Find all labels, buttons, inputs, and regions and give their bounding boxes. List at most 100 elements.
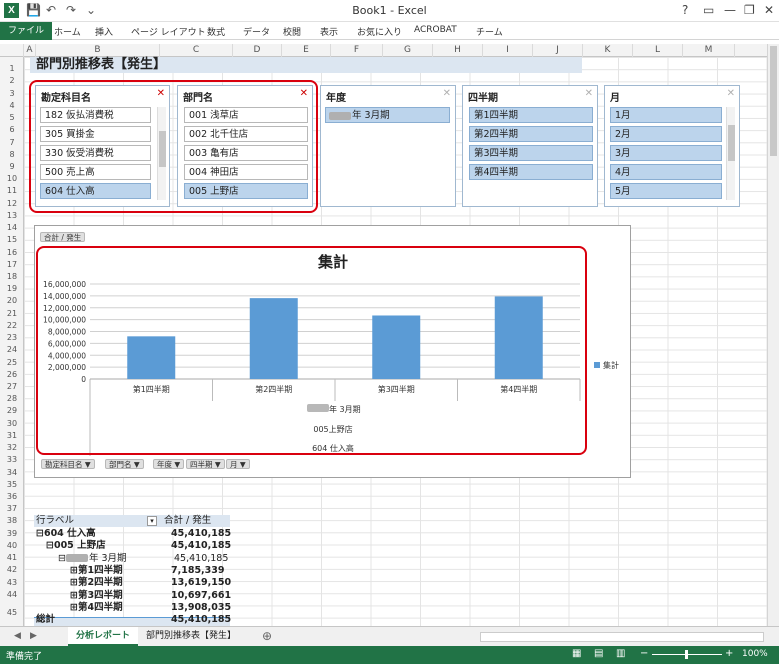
column-header[interactable]: B <box>36 44 160 57</box>
row-header[interactable]: 27 <box>0 381 24 393</box>
close-button[interactable]: ✕ <box>764 3 774 17</box>
row-header[interactable]: 2 <box>0 75 24 87</box>
column-header[interactable]: C <box>160 44 233 57</box>
clear-filter-icon[interactable]: ✕ <box>585 88 593 99</box>
help-button[interactable]: ? <box>682 3 688 17</box>
row-header[interactable]: 10 <box>0 173 24 185</box>
row-header[interactable]: 26 <box>0 369 24 381</box>
row-header[interactable]: 28 <box>0 393 24 405</box>
slicer-item[interactable]: 1月 <box>610 107 722 123</box>
row-header[interactable]: 37 <box>0 503 24 515</box>
row-header[interactable]: 44 <box>0 589 24 601</box>
pivot-row-label[interactable]: ⊟005 上野店 <box>46 540 106 552</box>
row-header[interactable]: 5 <box>0 112 24 124</box>
minimize-button[interactable]: — <box>724 3 736 17</box>
slicer-month[interactable]: 月 ✕ 1月 2月 3月 4月 5月 <box>604 85 740 207</box>
tab-file[interactable]: ファイル <box>0 22 53 40</box>
slicer-year[interactable]: 年度 ✕ 年 3月期 <box>320 85 456 207</box>
row-header[interactable]: 36 <box>0 491 24 503</box>
filter-button-year[interactable]: 年度 ▼ <box>153 459 185 469</box>
row-header[interactable]: 33 <box>0 454 24 466</box>
column-header[interactable]: J <box>533 44 583 57</box>
column-header[interactable]: H <box>433 44 483 57</box>
row-header[interactable]: 4 <box>0 100 24 112</box>
column-header[interactable]: G <box>383 44 433 57</box>
row-header[interactable]: 3 <box>0 88 24 100</box>
tab-scroll-right-icon[interactable]: ▶ <box>22 627 45 646</box>
row-header[interactable]: 38 <box>0 515 24 527</box>
tab-data[interactable]: データ <box>243 25 270 38</box>
slicer-item[interactable]: 第2四半期 <box>469 126 593 142</box>
column-header[interactable]: K <box>583 44 633 57</box>
row-header[interactable]: 23 <box>0 332 24 344</box>
filter-button-account[interactable]: 勘定科目名 ▼ <box>41 459 95 469</box>
row-header[interactable]: 32 <box>0 442 24 454</box>
row-header[interactable]: 43 <box>0 577 24 589</box>
slicer-item[interactable]: 3月 <box>610 145 722 161</box>
tab-formulas[interactable]: 数式 <box>207 25 225 38</box>
add-sheet-icon[interactable]: ⊕ <box>254 627 280 646</box>
row-header[interactable]: 34 <box>0 467 24 479</box>
row-header[interactable]: 9 <box>0 161 24 173</box>
row-header[interactable]: 8 <box>0 149 24 161</box>
clear-filter-icon[interactable]: ✕ <box>443 88 451 99</box>
slicer-item[interactable]: 5月 <box>610 183 722 199</box>
slicer-scrollbar[interactable] <box>726 107 735 200</box>
tab-home[interactable]: ホーム <box>54 25 81 38</box>
slicer-item[interactable]: 2月 <box>610 126 722 142</box>
row-header[interactable]: 40 <box>0 540 24 552</box>
column-header[interactable]: A <box>24 44 36 57</box>
tab-insert[interactable]: 挿入 <box>95 25 113 38</box>
column-header[interactable]: E <box>282 44 331 57</box>
tab-team[interactable]: チーム <box>476 25 503 38</box>
row-header[interactable]: 41 <box>0 552 24 564</box>
pivot-row-label[interactable]: ⊟ 年 3月期 <box>58 553 127 565</box>
filter-button-dept[interactable]: 部門名 ▼ <box>105 459 144 469</box>
tab-acrobat[interactable]: ACROBAT <box>414 25 457 35</box>
row-header[interactable]: 14 <box>0 222 24 234</box>
row-header[interactable]: 24 <box>0 344 24 356</box>
row-header[interactable]: 6 <box>0 124 24 136</box>
pivot-row-label[interactable]: ⊟604 仕入高 <box>36 528 96 540</box>
pivot-value-header[interactable]: 合計 / 発生 <box>164 515 211 527</box>
row-header[interactable]: 22 <box>0 320 24 332</box>
row-header[interactable]: 39 <box>0 528 24 540</box>
ribbon-display-button[interactable]: ▭ <box>703 3 714 17</box>
row-header[interactable]: 11 <box>0 185 24 197</box>
row-header[interactable]: 45 <box>0 607 24 619</box>
column-header[interactable]: I <box>483 44 533 57</box>
row-header[interactable]: 25 <box>0 357 24 369</box>
row-header[interactable]: 20 <box>0 295 24 307</box>
slicer-item[interactable]: 4月 <box>610 164 722 180</box>
tab-favorites[interactable]: お気に入り <box>357 25 402 38</box>
slicer-item[interactable]: 第3四半期 <box>469 145 593 161</box>
row-header[interactable]: 15 <box>0 234 24 246</box>
pivot-row-label[interactable]: ⊞第1四半期 <box>70 565 123 577</box>
page-break-view-icon[interactable]: ▥ <box>616 648 625 659</box>
pivot-row-label-header[interactable]: 行ラベル <box>36 515 74 527</box>
clear-filter-icon[interactable]: ✕ <box>727 88 735 99</box>
pivot-row-label[interactable]: ⊞第3四半期 <box>70 590 123 602</box>
slicer-quarter[interactable]: 四半期 ✕ 第1四半期 第2四半期 第3四半期 第4四半期 <box>462 85 598 207</box>
sheet-tab-dept[interactable]: 部門別推移表【発生】 <box>138 627 244 646</box>
filter-button-month[interactable]: 月 ▼ <box>226 459 250 469</box>
row-header[interactable]: 7 <box>0 137 24 149</box>
row-header[interactable]: 29 <box>0 405 24 417</box>
normal-view-icon[interactable]: ▦ <box>572 648 581 659</box>
column-header[interactable]: D <box>233 44 282 57</box>
column-header[interactable]: F <box>331 44 383 57</box>
column-header[interactable]: L <box>633 44 683 57</box>
row-header[interactable]: 21 <box>0 308 24 320</box>
zoom-in-icon[interactable]: + <box>725 648 733 659</box>
page-layout-view-icon[interactable]: ▤ <box>594 648 603 659</box>
tab-page-layout[interactable]: ページ レイアウト <box>131 25 206 38</box>
row-header[interactable]: 17 <box>0 259 24 271</box>
slicer-item-selected[interactable]: 年 3月期 <box>325 107 450 123</box>
row-header[interactable]: 42 <box>0 564 24 576</box>
vertical-scrollbar[interactable] <box>767 44 779 626</box>
zoom-slider-thumb[interactable] <box>685 650 688 659</box>
select-all-corner[interactable] <box>0 44 24 57</box>
slicer-item[interactable]: 第4四半期 <box>469 164 593 180</box>
pivot-row-label[interactable]: ⊞第4四半期 <box>70 602 123 614</box>
sheet-tab-analysis[interactable]: 分析レポート <box>68 627 139 646</box>
